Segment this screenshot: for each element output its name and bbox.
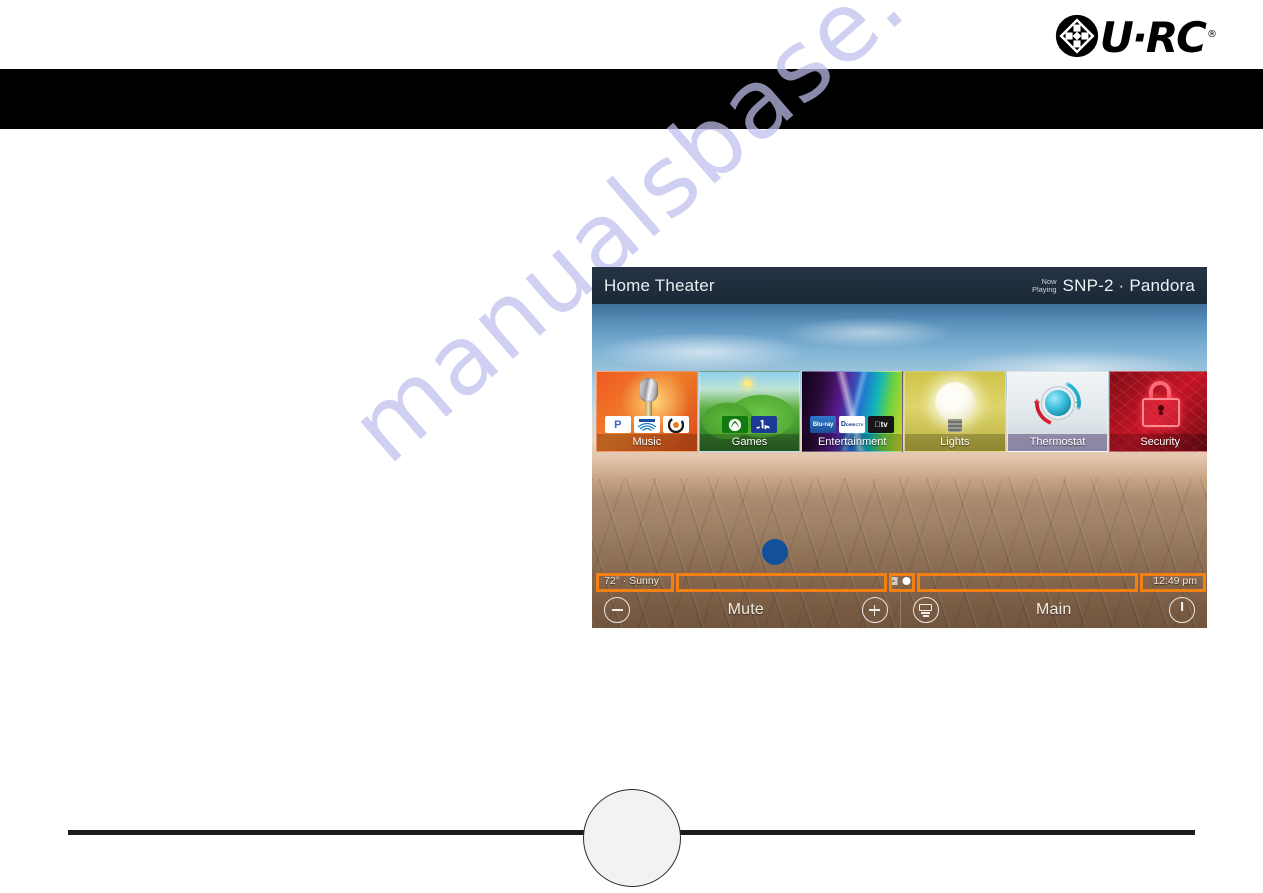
weather-callout — [596, 573, 674, 592]
device-header: Home Theater Now Playing SNP-2 · Pandora — [592, 267, 1207, 304]
playstation-icon — [751, 416, 777, 433]
page-indicator-callout — [889, 573, 915, 592]
appletv-icon: tv — [868, 416, 895, 433]
thermostat-dial-icon: + − — [1034, 380, 1082, 426]
tile-music-logos: P — [597, 416, 697, 433]
toolbar-nav-group: Main — [899, 592, 1208, 628]
activity-tiles: P Music Games Blu-ray D DIRECTV tv Enter… — [596, 371, 1207, 452]
now-playing[interactable]: Now Playing SNP-2 · Pandora — [1032, 276, 1195, 296]
tile-games-logos — [700, 416, 800, 433]
game-sun-icon — [743, 380, 751, 387]
tile-lights-label: Lights — [905, 434, 1005, 451]
tile-entertainment-label: Entertainment — [802, 434, 903, 451]
main-button[interactable]: Main — [1036, 601, 1071, 619]
lightbulb-icon — [934, 382, 975, 432]
tile-games[interactable]: Games — [698, 371, 801, 452]
mute-button[interactable]: Mute — [728, 601, 764, 619]
toolbar-volume-group: Mute — [592, 592, 900, 628]
tile-music[interactable]: P Music — [596, 371, 698, 452]
tile-entertainment-logos: Blu-ray DDIRECTV tv — [802, 416, 902, 433]
device-toolbar: Mute Main — [592, 592, 1207, 628]
crackle-icon — [662, 416, 689, 433]
power-icon[interactable] — [1168, 597, 1195, 623]
registered-mark: ® — [1207, 28, 1217, 40]
right-blank-callout — [917, 573, 1138, 592]
minus-circle-icon[interactable] — [604, 597, 630, 623]
urc-logo: U·RC ® — [1055, 12, 1217, 62]
section-banner — [0, 69, 1263, 129]
sonos-icon — [633, 416, 660, 433]
page-number-badge — [583, 789, 681, 887]
directv-icon: D DIRECTV — [839, 416, 866, 433]
xbox-icon — [722, 416, 748, 433]
tile-security-label: Security — [1110, 434, 1207, 451]
page-list-icon[interactable] — [912, 597, 939, 623]
tile-security[interactable]: Security — [1109, 371, 1207, 452]
tile-thermostat-label: Thermostat — [1007, 434, 1108, 451]
left-blank-callout — [676, 573, 887, 592]
page-title: Home Theater — [604, 275, 715, 295]
tile-music-label: Music — [597, 434, 697, 451]
plus-circle-icon[interactable] — [861, 597, 888, 623]
tile-thermostat[interactable]: + − Thermostat — [1006, 371, 1109, 452]
tile-lights[interactable]: Lights — [904, 371, 1006, 452]
now-playing-line2: Playing — [1031, 284, 1057, 294]
blue-callout-dot — [762, 539, 788, 565]
pandora-icon: P — [604, 416, 631, 433]
urc-wordmark-text: U·RC — [1099, 12, 1207, 62]
time-callout — [1140, 573, 1206, 592]
now-playing-label: Now Playing — [1031, 277, 1057, 294]
bluray-icon: Blu-ray — [810, 416, 837, 433]
urc-diamond-icon — [1055, 14, 1098, 58]
tile-games-label: Games — [699, 434, 800, 451]
padlock-icon — [1142, 381, 1181, 427]
now-playing-value: SNP-2 · Pandora — [1062, 275, 1195, 295]
urc-wordmark: U·RC ® — [1099, 12, 1217, 62]
tile-entertainment[interactable]: Blu-ray DDIRECTV tv Entertainment — [801, 371, 904, 452]
